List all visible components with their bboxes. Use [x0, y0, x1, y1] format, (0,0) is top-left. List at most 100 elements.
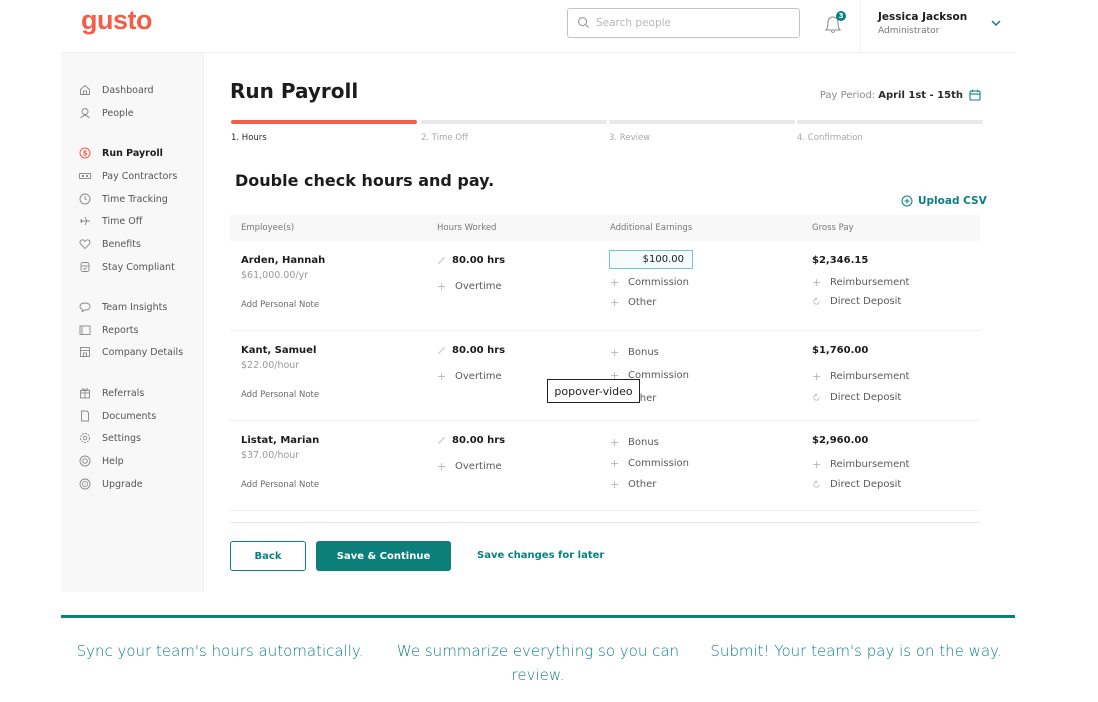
save-continue-button[interactable]: Save & Continue: [316, 541, 451, 571]
add-note-link[interactable]: Add Personal Note: [241, 300, 319, 310]
search-box[interactable]: [567, 8, 800, 38]
add-note-link[interactable]: Add Personal Note: [241, 480, 319, 490]
add-other[interactable]: + Other: [610, 478, 656, 491]
additional-earnings-input[interactable]: [609, 250, 693, 269]
pencil-icon: [437, 346, 446, 355]
add-overtime[interactable]: + Overtime: [437, 280, 502, 293]
hours-worked[interactable]: 80.00 hrs: [437, 345, 505, 356]
add-overtime[interactable]: + Overtime: [437, 370, 502, 383]
step-bar: [797, 120, 983, 124]
plus-icon: +: [610, 478, 620, 491]
hours-worked[interactable]: 80.00 hrs: [437, 255, 505, 266]
add-label: Reimbursement: [830, 277, 910, 288]
back-button[interactable]: Back: [230, 541, 306, 571]
add-reimbursement[interactable]: + Reimbursement: [812, 276, 909, 289]
popover-video[interactable]: popover-video: [547, 379, 640, 403]
payroll-table: Employee(s) Hours Worked Additional Earn…: [230, 215, 980, 523]
step-time-off[interactable]: 2. Time Off: [421, 120, 607, 143]
deposit-label: Direct Deposit: [830, 392, 902, 403]
direct-deposit[interactable]: Direct Deposit: [812, 392, 901, 403]
sidebar-item-time-off[interactable]: Time Off: [79, 213, 142, 229]
add-label: Other: [628, 479, 657, 490]
hours-value: 80.00 hrs: [452, 435, 506, 446]
sidebar-item-company-details[interactable]: Company Details: [79, 344, 183, 360]
sidebar-item-label: Upgrade: [102, 478, 143, 490]
direct-deposit[interactable]: Direct Deposit: [812, 296, 901, 307]
notification-badge: 3: [836, 11, 846, 21]
feature-text: We summarize everything so you can revie…: [396, 642, 680, 684]
sidebar-item-label: Referrals: [102, 387, 145, 399]
sidebar-item-run-payroll[interactable]: $ Run Payroll: [79, 145, 163, 161]
add-bonus[interactable]: + Bonus: [610, 436, 659, 449]
sidebar-item-label: Company Details: [102, 346, 184, 358]
sidebar-item-people[interactable]: People: [79, 105, 134, 121]
hours-value: 80.00 hrs: [452, 345, 506, 356]
plus-icon: +: [437, 370, 447, 383]
upgrade-icon: [79, 478, 91, 490]
employee-name[interactable]: Listat, Marian: [241, 435, 319, 446]
plus-icon: +: [610, 296, 620, 309]
step-label: 1. Hours: [231, 133, 267, 143]
add-label: Reimbursement: [830, 371, 910, 382]
gusto-logo[interactable]: gusto: [81, 5, 153, 36]
step-review[interactable]: 3. Review: [609, 120, 795, 143]
plus-icon: +: [610, 346, 620, 359]
direct-deposit[interactable]: Direct Deposit: [812, 479, 901, 490]
hours-worked[interactable]: 80.00 hrs: [437, 435, 505, 446]
step-confirmation[interactable]: 4. Confirmation: [797, 120, 983, 143]
add-commission[interactable]: + Commission: [610, 457, 689, 470]
save-later-link[interactable]: Save changes for later: [477, 550, 604, 561]
table-footer-divider: [230, 511, 980, 523]
refresh-icon: [813, 297, 820, 305]
plus-icon: +: [812, 458, 822, 471]
folder-icon: [79, 324, 91, 336]
dollar-icon: $: [79, 147, 91, 159]
sidebar-item-pay-contractors[interactable]: Pay Contractors: [79, 168, 177, 184]
sidebar-item-label: Stay Compliant: [102, 261, 175, 273]
sidebar-item-stay-compliant[interactable]: Stay Compliant: [79, 259, 175, 275]
sidebar-item-label: Time Off: [102, 215, 143, 227]
add-bonus[interactable]: + Bonus: [610, 346, 659, 359]
sidebar-item-dashboard[interactable]: Dashboard: [79, 82, 154, 98]
add-label: Other: [628, 297, 657, 308]
clock-icon: [79, 193, 91, 205]
feature-text: Sync your team's hours automatically.: [76, 642, 364, 660]
sidebar-item-upgrade[interactable]: Upgrade: [79, 476, 143, 492]
add-other[interactable]: + Other: [610, 296, 656, 309]
add-label: Reimbursement: [830, 459, 910, 470]
add-reimbursement[interactable]: + Reimbursement: [812, 458, 909, 471]
employee-name[interactable]: Arden, Hannah: [241, 255, 325, 266]
sidebar-item-referrals[interactable]: Referrals: [79, 385, 144, 401]
add-reimbursement[interactable]: + Reimbursement: [812, 370, 909, 383]
add-commission[interactable]: + Commission: [610, 276, 689, 289]
upload-csv-button[interactable]: Upload CSV: [901, 195, 987, 207]
deposit-label: Direct Deposit: [830, 479, 902, 490]
sidebar-item-help[interactable]: Help: [79, 453, 124, 469]
sidebar-item-benefits[interactable]: Benefits: [79, 236, 141, 252]
gear-icon: [79, 432, 91, 444]
sidebar-item-time-tracking[interactable]: Time Tracking: [79, 191, 168, 207]
step-hours[interactable]: 1. Hours: [231, 120, 417, 143]
pay-period-value: April 1st - 15th: [878, 89, 963, 101]
add-note-link[interactable]: Add Personal Note: [241, 390, 319, 400]
sidebar-item-label: Pay Contractors: [102, 170, 178, 182]
employee-name[interactable]: Kant, Samuel: [241, 345, 316, 356]
plus-icon: +: [610, 436, 620, 449]
calendar-icon[interactable]: [969, 89, 981, 101]
search-icon: [577, 14, 590, 33]
sidebar-item-reports[interactable]: Reports: [79, 322, 138, 338]
search-input[interactable]: [596, 17, 786, 29]
add-overtime[interactable]: + Overtime: [437, 460, 502, 473]
sidebar-item-settings[interactable]: Settings: [79, 430, 141, 446]
sidebar-item-label: Reports: [102, 324, 139, 336]
column-header: Hours Worked: [437, 223, 497, 233]
user-name[interactable]: Jessica Jackson: [878, 11, 967, 23]
sidebar-item-label: Documents: [102, 410, 157, 422]
plus-icon: +: [610, 457, 620, 470]
step-label: 2. Time Off: [421, 133, 468, 143]
column-header: Employee(s): [241, 223, 295, 233]
chevron-down-icon[interactable]: [990, 18, 1002, 28]
sidebar-item-documents[interactable]: Documents: [79, 408, 156, 424]
svg-text:$: $: [83, 150, 88, 158]
sidebar-item-team-insights[interactable]: Team Insights: [79, 299, 167, 315]
